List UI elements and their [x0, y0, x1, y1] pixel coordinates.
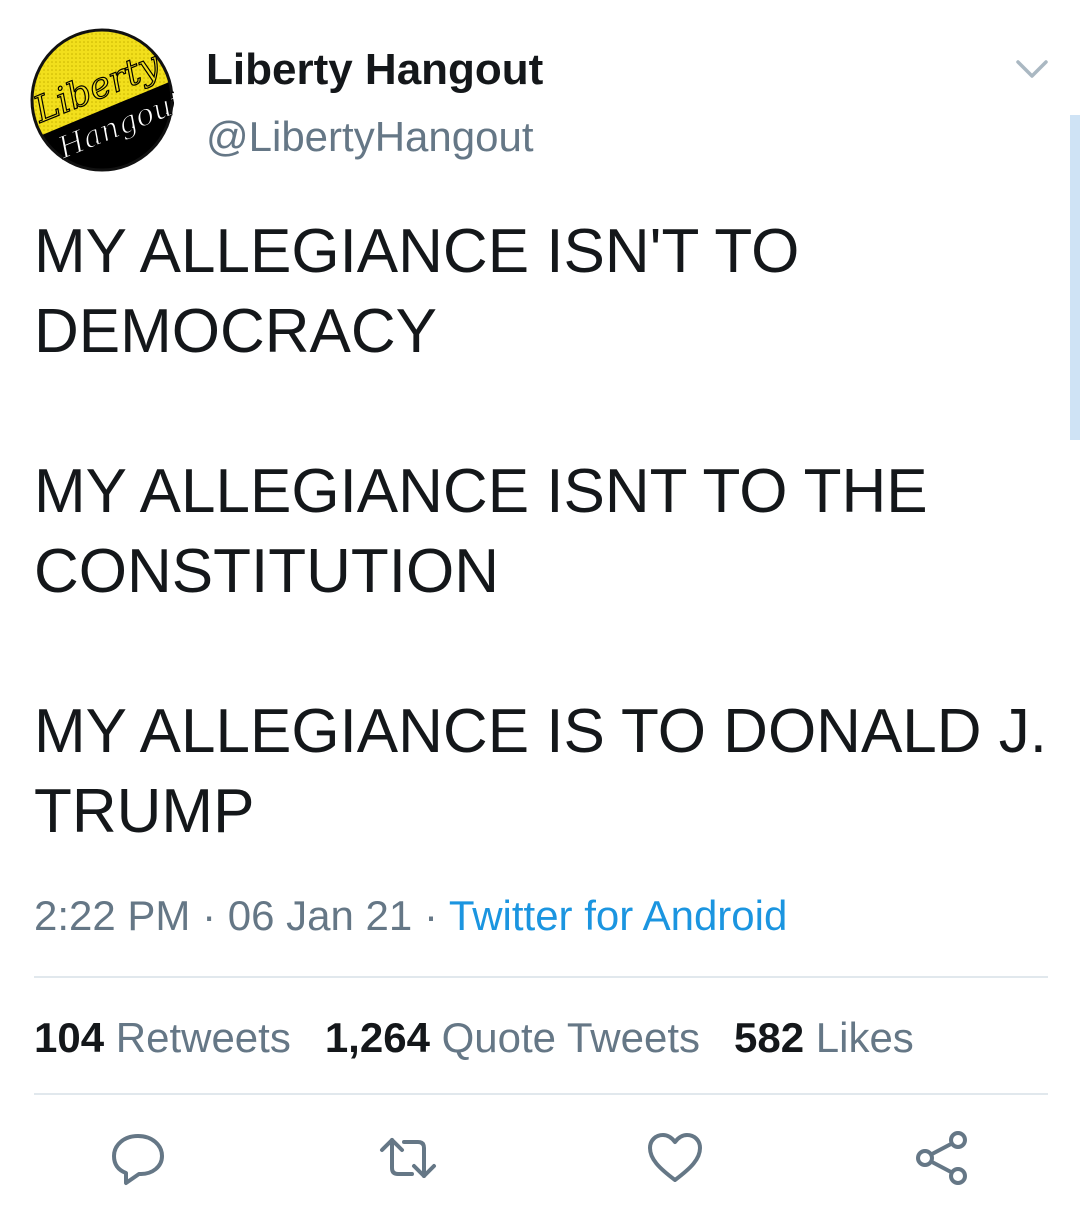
- quote-tweets-stat[interactable]: 1,264 Quote Tweets: [325, 1014, 700, 1061]
- divider: [34, 976, 1048, 978]
- reply-button[interactable]: [108, 1128, 168, 1188]
- scroll-indicator[interactable]: [1070, 115, 1080, 440]
- tweet-metadata: 2:22 PM · 06 Jan 21 · Twitter for Androi…: [34, 890, 787, 942]
- tweet-time: 2:22 PM: [34, 892, 191, 939]
- avatar[interactable]: Liberty Hangout: [27, 28, 190, 172]
- display-name[interactable]: Liberty Hangout: [206, 44, 543, 96]
- liberty-hangout-logo: Liberty Hangout: [27, 28, 190, 172]
- tweet-menu-button[interactable]: [1010, 54, 1054, 84]
- retweet-button[interactable]: [378, 1128, 438, 1188]
- likes-count: 582: [734, 1014, 805, 1061]
- likes-stat[interactable]: 582 Likes: [734, 1014, 914, 1061]
- like-button[interactable]: [645, 1128, 705, 1188]
- tweet-text: MY ALLEGIANCE ISN'T TO DEMOCRACY MY ALLE…: [34, 217, 1048, 846]
- tweet-source-link[interactable]: Twitter for Android: [449, 892, 787, 939]
- share-icon: [916, 1131, 967, 1185]
- quote-tweets-label: Quote Tweets: [441, 1014, 700, 1061]
- likes-label: Likes: [815, 1014, 914, 1061]
- meta-separator: ·: [423, 892, 438, 939]
- retweets-count: 104: [34, 1014, 105, 1061]
- retweets-label: Retweets: [115, 1014, 291, 1061]
- share-button[interactable]: [912, 1128, 972, 1188]
- retweet-icon: [380, 1138, 436, 1178]
- meta-separator: ·: [202, 892, 217, 939]
- quote-tweets-count: 1,264: [324, 1014, 430, 1061]
- reply-icon: [112, 1134, 164, 1185]
- retweets-stat[interactable]: 104 Retweets: [34, 1014, 291, 1061]
- chevron-down-icon: [1016, 60, 1048, 78]
- tweet-date: 06 Jan 21: [227, 892, 413, 939]
- divider: [34, 1093, 1048, 1095]
- heart-icon: [648, 1133, 702, 1182]
- tweet-stats: 104 Retweets 1,264 Quote Tweets 582 Likes: [34, 1012, 914, 1064]
- user-handle[interactable]: @LibertyHangout: [206, 112, 534, 162]
